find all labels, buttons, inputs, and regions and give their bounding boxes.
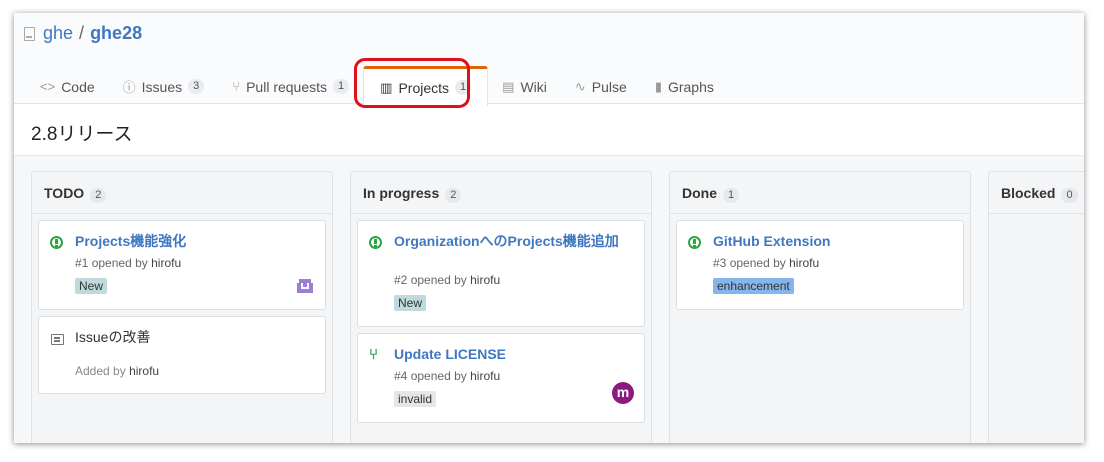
column-name: In progress [363,185,440,201]
card-title-link[interactable]: Projects機能強化 [75,233,310,250]
issues-counter: 3 [188,79,205,94]
card-user[interactable]: hirofu [151,256,181,270]
column-blocked: Blocked 0 [988,171,1084,443]
pull-requests-counter: 1 [333,79,350,94]
tab-graphs-label: Graphs [667,78,714,95]
repo-name-link[interactable]: ghe28 [90,23,142,44]
column-count: 1 [723,188,740,203]
column-count: 2 [90,188,107,203]
issue-opened-icon [50,236,63,249]
tab-pulse[interactable]: ∿ Pulse [561,68,641,105]
issue-number: #1 [75,256,89,270]
column-name: Done [682,185,717,201]
issue-icon: ⓘ [122,80,136,95]
issue-opened-icon [688,236,701,249]
repo-nav: <> Code ⓘ Issues 3 ⑂ Pull requests 1 ▥ P… [26,66,728,106]
opened-by-text: opened by [410,369,467,383]
issue-label[interactable]: New [394,295,427,311]
pr-label[interactable]: invalid [394,391,437,407]
tab-wiki[interactable]: ▤ Wiki [488,68,561,105]
tab-pulse-label: Pulse [591,78,627,95]
card-title-link[interactable]: Update LICENSE [394,346,629,363]
opened-by-text: opened by [410,273,467,287]
column-header: Done 1 [670,172,970,214]
card-user[interactable]: hirofu [789,256,819,270]
card-meta: #4 opened by hirofu [394,369,500,383]
note-title: Issueの改善 [75,329,151,345]
tab-pull-requests[interactable]: ⑂ Pull requests 1 [218,68,363,105]
issue-label[interactable]: New [75,278,108,294]
column-header: TODO 2 [32,172,332,214]
column-name: Blocked [1001,185,1056,201]
issue-number: #3 [713,256,727,270]
card-meta: #2 opened by hirofu [394,273,500,287]
repository-header: ghe / ghe28 <> Code ⓘ Issues 3 ⑂ Pull re… [14,13,1084,108]
project-card[interactable]: Projects機能強化 #1 opened by hirofu New [38,220,326,310]
project-card[interactable]: ⑂ Update LICENSE #4 opened by hirofu inv… [357,333,645,423]
pr-number: #4 [394,369,408,383]
tab-code[interactable]: <> Code [26,68,109,105]
tab-code-label: Code [61,78,95,95]
pulse-icon: ∿ [574,78,586,94]
issue-opened-icon [369,236,382,249]
repo-title: ghe / ghe28 [24,23,142,44]
column-done: Done 1 GitHub Extension #3 opened by hiro… [669,171,971,443]
pull-request-icon: ⑂ [369,346,379,363]
pull-request-icon: ⑂ [232,79,241,94]
repo-separator: / [79,23,85,43]
repo-icon [24,26,35,41]
projects-counter: 1 [455,80,472,95]
book-icon: ▤ [502,78,515,94]
column-name: TODO [44,185,85,201]
column-header: Blocked 0 [989,172,1084,214]
column-todo: TODO 2 Projects機能強化 #1 opened by hirofu N… [31,171,333,443]
card-title-link[interactable]: OrganizationへのProjects機能追加 [394,233,629,250]
tab-projects-label: Projects [398,79,450,96]
avatar-icon[interactable] [295,277,315,297]
issue-label[interactable]: enhancement [713,278,794,294]
column-count: 0 [1061,188,1078,203]
graph-icon: ▮ [654,78,662,94]
note-icon [51,334,64,345]
tab-pull-requests-label: Pull requests [246,78,328,95]
issue-number: #2 [394,273,408,287]
code-icon: <> [40,79,56,94]
card-meta: #1 opened by hirofu [75,256,181,270]
project-card[interactable]: Issueの改善 Added by hirofu [38,316,326,394]
card-user[interactable]: hirofu [470,369,500,383]
project-card[interactable]: GitHub Extension #3 opened by hirofu enh… [676,220,964,310]
opened-by-text: opened by [729,256,786,270]
repo-owner-link[interactable]: ghe [43,23,73,44]
page-frame: ghe / ghe28 <> Code ⓘ Issues 3 ⑂ Pull re… [14,13,1084,443]
card-meta: Added by hirofu [75,364,159,378]
card-title-link[interactable]: GitHub Extension [713,233,948,250]
project-card[interactable]: OrganizationへのProjects機能追加 #2 opened by … [357,220,645,327]
tab-issues-label: Issues [141,78,183,95]
card-user[interactable]: hirofu [470,273,500,287]
tab-graphs[interactable]: ▮ Graphs [641,68,728,105]
avatar[interactable]: m [612,382,634,404]
project-icon: ▥ [380,79,393,95]
tab-issues[interactable]: ⓘ Issues 3 [109,68,219,105]
column-in-progress: In progress 2 OrganizationへのProjects機能追加 … [350,171,652,443]
added-by-text: Added by [75,364,126,378]
card-user[interactable]: hirofu [129,364,159,378]
tab-wiki-label: Wiki [520,78,547,95]
column-header: In progress 2 [351,172,651,214]
tab-projects[interactable]: ▥ Projects 1 [363,66,489,106]
column-count: 2 [445,188,462,203]
project-title: 2.8リリース [31,124,133,145]
card-meta: #3 opened by hirofu [713,256,819,270]
opened-by-text: opened by [91,256,148,270]
